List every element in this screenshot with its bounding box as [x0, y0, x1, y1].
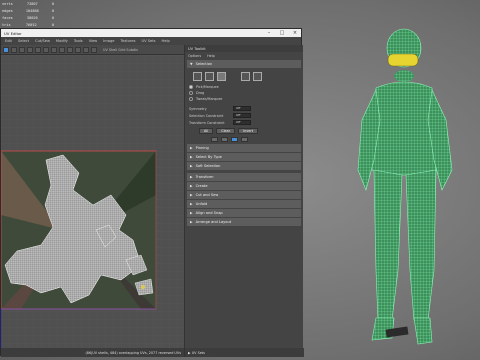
uv-canvas[interactable]: (86|UV shells, 484) overlapping UVs, 207… — [1, 55, 184, 357]
section-cut-and-sew[interactable]: ▶ Cut and Sew — [187, 191, 301, 199]
uv-status-bar: (86|UV shells, 484) overlapping UVs, 207… — [1, 348, 184, 357]
edge-mode-icon[interactable] — [205, 72, 214, 81]
section-select-by-type[interactable]: ▶ Select By Type — [187, 153, 301, 161]
radio-icon — [189, 91, 193, 95]
section-create[interactable]: ▶ Create — [187, 182, 301, 190]
uv-editor-titlebar[interactable]: UV Editor – □ × — [1, 29, 301, 37]
section-unfold[interactable]: ▶ Unfold — [187, 200, 301, 208]
menu-item[interactable]: UV Sets — [142, 39, 156, 43]
selection-extra-icons — [185, 136, 303, 143]
close-icon[interactable]: × — [289, 29, 301, 37]
minimize-icon[interactable]: – — [263, 29, 275, 37]
toolbar-grid-icon[interactable] — [19, 46, 25, 53]
selection-buttons: All Clear Invert — [185, 126, 303, 136]
option-selection-constraint: Selection Constraint Off — [185, 112, 303, 119]
uv-grid-svg — [1, 55, 184, 357]
border-selection-icon[interactable] — [241, 137, 248, 142]
toolbar-channel-icon[interactable] — [91, 46, 97, 53]
expand-triangle-icon: ▶ — [190, 193, 193, 197]
menu-item[interactable]: Modify — [56, 39, 68, 43]
menu-item[interactable]: View — [89, 39, 98, 43]
toolbar-shell-label: UV Shell Grid Subdiv — [103, 47, 138, 52]
menu-item[interactable]: Image — [103, 39, 114, 43]
section-uv-sets[interactable]: ▶ UV Sets — [185, 348, 304, 357]
radio-icon — [189, 85, 193, 89]
expand-triangle-icon: ▶ — [190, 184, 193, 188]
expand-triangle-icon: ▶ — [190, 164, 193, 168]
option-transform-constraint: Transform Constraint Off — [185, 119, 303, 126]
uv-toolkit-panel: UV Toolkit Options Help ▼ Selection Pick… — [184, 45, 304, 357]
menu-item[interactable]: Help — [162, 39, 170, 43]
transform-constraint-dropdown[interactable]: Off — [233, 120, 251, 125]
invert-selection-button[interactable]: Invert — [238, 128, 259, 134]
selection-mode-icons — [185, 69, 303, 84]
radio-tweak-marquee[interactable]: Tweak/Marquee — [185, 96, 303, 102]
expand-triangle-icon: ▶ — [190, 155, 193, 159]
stat-row-faces: faces 38026 0 — [2, 16, 54, 21]
toolbar-distortion-icon[interactable] — [43, 46, 49, 53]
toolbar-borders-icon[interactable] — [51, 46, 57, 53]
expand-triangle-icon: ▶ — [190, 175, 193, 179]
clear-selection-button[interactable]: Clear — [216, 128, 236, 134]
expand-triangle-icon: ▼ — [190, 62, 193, 66]
maximize-icon[interactable]: □ — [276, 29, 288, 37]
grow-selection-icon[interactable] — [211, 137, 218, 142]
section-pinning[interactable]: ▶ Pinning — [187, 144, 301, 152]
toolkit-menu-options[interactable]: Options — [188, 54, 201, 58]
section-align-and-snap[interactable]: ▶ Align and Snap — [187, 209, 301, 217]
toolbar-filter-icon[interactable] — [67, 46, 73, 53]
toolbar-image-icon[interactable] — [35, 46, 41, 53]
window-title: UV Editor — [4, 31, 22, 36]
select-all-button[interactable]: All — [199, 128, 214, 134]
section-arrange-and-layout[interactable]: ▶ Arrange and Layout — [187, 218, 301, 226]
selection-constraint-dropdown[interactable]: Off — [233, 113, 251, 118]
expand-triangle-icon: ▶ — [190, 146, 193, 150]
section-soft-selection[interactable]: ▶ Soft Selection — [187, 162, 301, 170]
visor — [387, 53, 419, 67]
toolbar-shaded-icon[interactable] — [11, 46, 17, 53]
uv-editor-window[interactable]: UV Editor – □ × Edit Select Cut/Sew Modi… — [0, 28, 304, 357]
section-transform[interactable]: ▶ Transform — [187, 173, 301, 181]
expand-triangle-icon: ▶ — [190, 211, 193, 215]
menu-item[interactable]: Tools — [74, 39, 83, 43]
toolkit-title: UV Toolkit — [185, 45, 303, 52]
expand-triangle-icon: ▶ — [190, 202, 193, 206]
toolbar-toggle-icon[interactable] — [3, 46, 9, 53]
shell-selection-icon[interactable] — [231, 137, 238, 142]
expand-triangle-icon: ▶ — [190, 220, 193, 224]
menu-item[interactable]: Edit — [5, 39, 12, 43]
menu-item[interactable]: Cut/Sew — [35, 39, 50, 43]
stat-row-verts: verts 73807 0 — [2, 2, 54, 6]
symmetry-dropdown[interactable]: Off — [233, 106, 251, 111]
toolbar-checker-icon[interactable] — [27, 46, 33, 53]
radio-icon — [189, 97, 193, 101]
uv-shell-mode-icon[interactable] — [253, 72, 262, 81]
toolbar-exposure-icon[interactable] — [75, 46, 81, 53]
shrink-selection-icon[interactable] — [221, 137, 228, 142]
character-wireframe-model[interactable] — [348, 20, 460, 348]
vertex-mode-icon[interactable] — [193, 72, 202, 81]
uv-mode-icon[interactable] — [241, 72, 250, 81]
face-mode-icon[interactable] — [217, 72, 226, 81]
uv-editor-menubar: Edit Select Cut/Sew Modify Tools View Im… — [1, 37, 301, 45]
toolbar-gamma-icon[interactable] — [83, 46, 89, 53]
toolkit-menubar: Options Help — [185, 52, 303, 59]
expand-triangle-icon: ▶ — [188, 350, 191, 355]
section-selection[interactable]: ▼ Selection — [187, 60, 301, 68]
uv-editor-toolbar: UV Shell Grid Subdiv — [1, 45, 184, 55]
menu-item[interactable]: Select — [18, 39, 29, 43]
stat-row-edges: edges 104866 0 — [2, 9, 54, 14]
menu-item[interactable]: Textures — [120, 39, 135, 43]
option-symmetry: Symmetry Off — [185, 105, 303, 112]
toolbar-snap-icon[interactable] — [59, 46, 65, 53]
toolkit-menu-help[interactable]: Help — [207, 54, 215, 58]
